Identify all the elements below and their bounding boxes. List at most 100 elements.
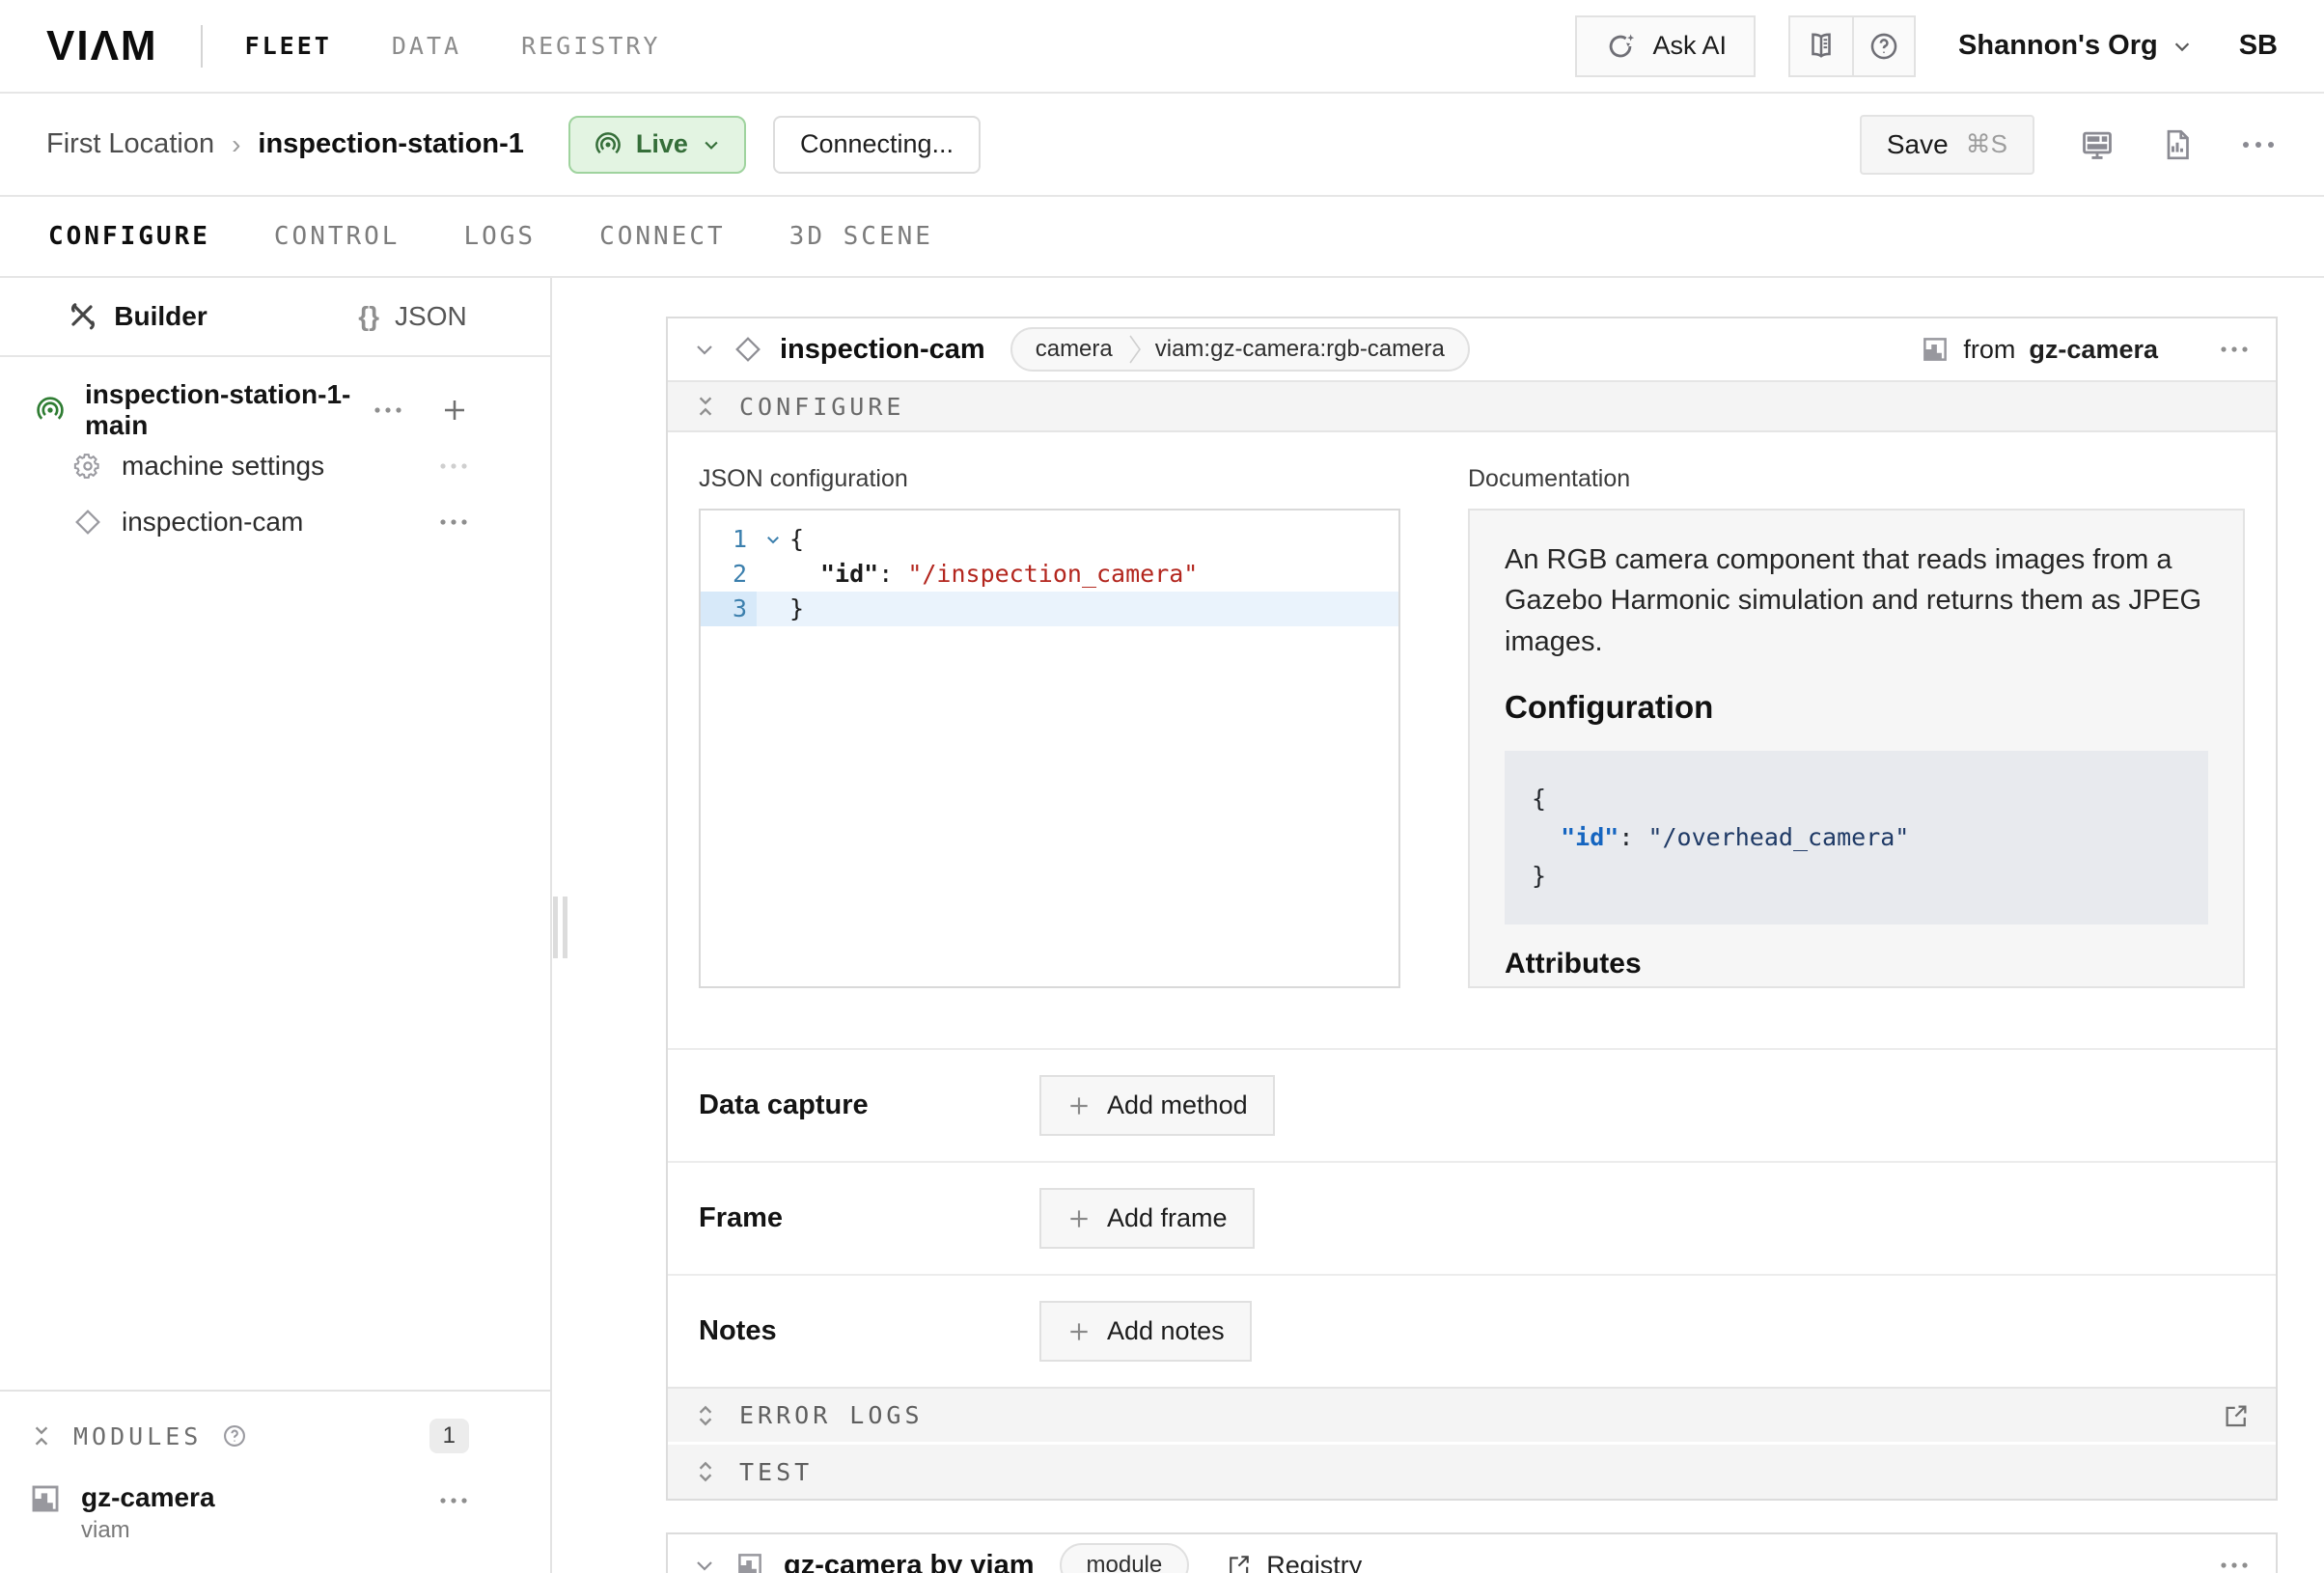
help-icon-group: [1788, 15, 1916, 77]
modules-help-icon[interactable]: [221, 1422, 248, 1449]
module-org: viam: [81, 1517, 215, 1544]
connecting-button[interactable]: Connecting...: [773, 116, 981, 174]
viam-logo[interactable]: VIΛM: [46, 22, 158, 70]
nav-data[interactable]: DATA: [392, 32, 461, 60]
live-chevron-icon: [702, 135, 721, 154]
machine-settings-menu-icon[interactable]: [438, 461, 469, 471]
from-prefix: from: [1963, 335, 2015, 365]
file-report-icon[interactable]: [2160, 127, 2195, 162]
tab-configure[interactable]: CONFIGURE: [48, 222, 210, 251]
json-label: JSON: [395, 301, 467, 332]
module-item-gz-camera[interactable]: gz-camera viam: [29, 1482, 469, 1544]
doc-configuration-heading: Configuration: [1505, 689, 2208, 726]
module-card-menu-icon[interactable]: [2218, 1560, 2251, 1570]
top-header: VIΛM FLEET DATA REGISTRY Ask AI: [0, 0, 2324, 94]
nav-registry[interactable]: REGISTRY: [521, 32, 660, 60]
add-notes-button[interactable]: Add notes: [1039, 1301, 1252, 1362]
breadcrumb-location[interactable]: First Location: [46, 128, 214, 160]
tab-control[interactable]: CONTROL: [274, 222, 401, 251]
component-menu-icon[interactable]: [2218, 345, 2251, 354]
frame-label: Frame: [699, 1202, 1039, 1234]
ask-ai-button[interactable]: Ask AI: [1575, 15, 1756, 77]
external-link-icon: [1226, 1552, 1253, 1573]
org-switcher[interactable]: Shannon's Org: [1958, 30, 2193, 62]
documentation-label: Documentation: [1468, 465, 2245, 493]
save-button[interactable]: Save ⌘S: [1860, 115, 2034, 175]
live-label: Live: [636, 129, 688, 159]
add-method-button[interactable]: Add method: [1039, 1075, 1275, 1136]
sidebar-resize-handle[interactable]: [553, 897, 567, 958]
documentation-panel[interactable]: An RGB camera component that reads image…: [1468, 509, 2245, 988]
from-module-name: gz-camera: [2029, 335, 2158, 365]
notes-label: Notes: [699, 1315, 1039, 1347]
primary-nav: FLEET DATA REGISTRY: [245, 32, 661, 60]
data-capture-section: Data capture Add method: [668, 1048, 2276, 1161]
test-bar[interactable]: TEST: [668, 1445, 2276, 1499]
module-card-title: gz-camera by viam: [784, 1550, 1035, 1573]
open-error-logs-icon[interactable]: [2222, 1401, 2251, 1430]
machine-tabs: CONFIGURE CONTROL LOGS CONNECT 3D SCENE: [0, 197, 2324, 278]
toolbar-ellipsis-menu[interactable]: [2239, 138, 2278, 152]
tree-item-inspection-cam[interactable]: inspection-cam: [0, 494, 550, 550]
configure-section-bar[interactable]: CONFIGURE: [668, 380, 2276, 432]
tab-3d-scene[interactable]: 3D SCENE: [789, 222, 933, 251]
json-config-editor[interactable]: 1 { 2 "id": "/inspection_camera": [699, 509, 1400, 988]
modules-title: MODULES: [73, 1422, 202, 1450]
chevron-down-icon: [2172, 36, 2193, 57]
pill-divider: [1128, 333, 1142, 366]
ask-ai-label: Ask AI: [1652, 31, 1727, 61]
notes-section: Notes Add notes: [668, 1274, 2276, 1387]
registry-link[interactable]: Registry: [1226, 1551, 1362, 1573]
tab-connect[interactable]: CONNECT: [599, 222, 726, 251]
breadcrumb-separator: ›: [232, 129, 240, 160]
card-chevron-icon[interactable]: [693, 1554, 716, 1573]
component-diamond-icon: [733, 335, 762, 364]
from-module-label: from gz-camera: [1921, 335, 2158, 365]
plus-icon: [1066, 1319, 1092, 1344]
doc-code-block: { "id": "/overhead_camera" }: [1505, 751, 2208, 924]
code-fold-icon[interactable]: [757, 522, 789, 557]
tree-item-machine-part[interactable]: inspection-station-1-main: [0, 382, 550, 438]
code-text: "id": "/inspection_camera": [789, 557, 1198, 592]
ask-ai-sparkle-icon: [1604, 30, 1637, 63]
header-right: Ask AI: [1575, 15, 2278, 77]
toolbar-right: Save ⌘S: [1860, 115, 2278, 175]
main-content: inspection-cam camera viam:gz-camera:rgb…: [552, 278, 2324, 1573]
page-body: Builder {} JSON inspection: [0, 278, 2324, 1573]
inspection-cam-card: inspection-cam camera viam:gz-camera:rgb…: [666, 317, 2278, 1501]
live-status-dropdown[interactable]: Live: [568, 116, 746, 174]
configure-content: JSON configuration 1 { 2: [668, 432, 2276, 1048]
module-icon: [735, 1551, 764, 1573]
add-frame-button[interactable]: Add frame: [1039, 1188, 1255, 1249]
tab-logs[interactable]: LOGS: [463, 222, 536, 251]
machine-toolbar: First Location › inspection-station-1 Li…: [0, 94, 2324, 197]
config-sidebar: Builder {} JSON inspection: [0, 278, 552, 1573]
builder-mode-button[interactable]: Builder: [0, 278, 275, 355]
user-avatar[interactable]: SB: [2239, 30, 2278, 62]
app-root: VIΛM FLEET DATA REGISTRY Ask AI: [0, 0, 2324, 1573]
broadcast-icon: [594, 130, 622, 159]
nav-fleet[interactable]: FLEET: [245, 32, 332, 60]
editor-line-1: 1 {: [701, 522, 1398, 557]
frame-section: Frame Add frame: [668, 1161, 2276, 1274]
docs-button[interactable]: [1790, 17, 1852, 75]
plus-icon: [1066, 1093, 1092, 1118]
help-button[interactable]: [1852, 17, 1914, 75]
data-capture-label: Data capture: [699, 1090, 1039, 1121]
modules-header[interactable]: MODULES 1: [29, 1419, 469, 1453]
add-component-icon[interactable]: [440, 396, 469, 425]
module-menu-icon[interactable]: [438, 1496, 469, 1505]
tree-item-machine-settings[interactable]: machine settings: [0, 438, 550, 494]
component-card-header: inspection-cam camera viam:gz-camera:rgb…: [668, 318, 2276, 380]
registry-label: Registry: [1266, 1551, 1362, 1573]
json-config-label: JSON configuration: [699, 465, 1400, 493]
machine-part-icon: [35, 395, 66, 426]
fold-icon: [29, 1423, 54, 1449]
json-mode-button[interactable]: {} JSON: [275, 278, 550, 355]
machine-part-menu-icon[interactable]: [373, 405, 403, 415]
error-logs-bar[interactable]: ERROR LOGS: [668, 1387, 2276, 1445]
inspection-cam-menu-icon[interactable]: [438, 517, 469, 527]
monitor-icon[interactable]: [2079, 126, 2116, 163]
gz-camera-module-card: gz-camera by viam module Registry: [666, 1532, 2278, 1573]
card-chevron-icon[interactable]: [693, 338, 716, 361]
